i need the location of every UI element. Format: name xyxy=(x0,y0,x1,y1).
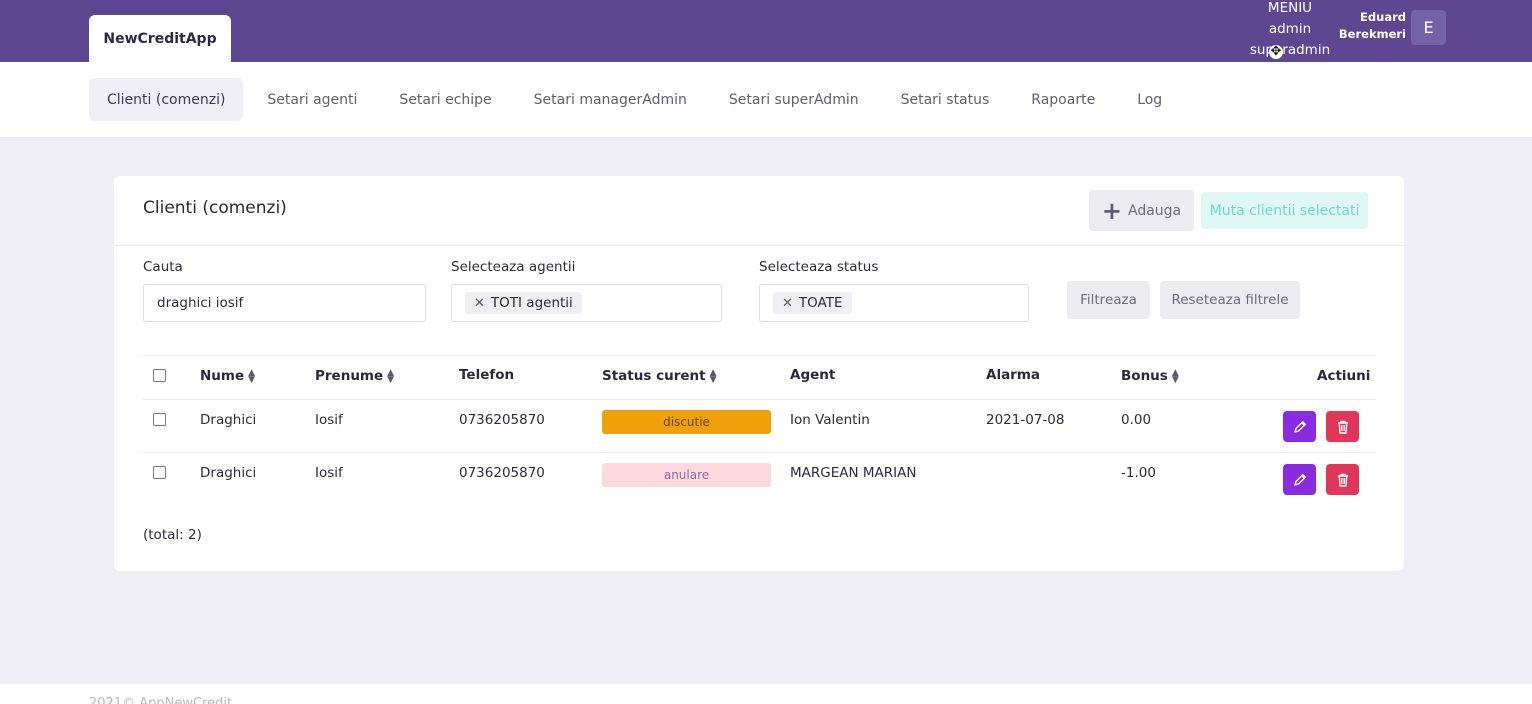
row-checkbox[interactable] xyxy=(153,466,166,479)
move-cursor-icon: ✥ xyxy=(1269,44,1283,59)
status-chip[interactable]: ✕ TOATE xyxy=(773,292,852,314)
cell-nume: Draghici xyxy=(200,412,257,428)
table-header: Nume ▲ ▼ Prenume ▲ ▼ Telefon Status curent… xyxy=(143,355,1376,400)
column-alarma: Alarma xyxy=(986,367,1040,383)
pencil-icon xyxy=(1293,420,1306,433)
add-button-label: Adauga xyxy=(1127,202,1182,219)
column-bonus-label: Bonus xyxy=(1121,368,1168,384)
sort-icon[interactable]: ▲ ▼ xyxy=(710,369,717,385)
top-bar: NewCreditApp MENIU admin superadmin ✥ Ed… xyxy=(0,0,1532,62)
user-last-name: Berekmeri xyxy=(1338,27,1406,41)
search-input-value: draghici iosif xyxy=(157,295,244,311)
filter-button[interactable]: Filtreaza xyxy=(1067,281,1150,319)
status-select[interactable]: ✕ TOATE xyxy=(759,284,1029,322)
cell-telefon: 0736205870 xyxy=(459,465,545,481)
agents-label: Selecteaza agentii xyxy=(451,259,576,275)
card-header: Clienti (comenzi) + Adauga Muta clientii… xyxy=(114,176,1404,246)
column-prenume-label: Prenume xyxy=(315,368,384,384)
avatar[interactable]: E xyxy=(1411,10,1446,45)
column-nume[interactable]: Nume ▲ ▼ xyxy=(200,368,255,385)
column-agent: Agent xyxy=(790,367,835,383)
pencil-icon xyxy=(1293,473,1306,486)
role-menu-superadmin: superadmin xyxy=(1249,42,1331,58)
nav-item-setari-superadmin[interactable]: Setari superAdmin xyxy=(711,78,877,121)
user-name[interactable]: Eduard Berekmeri xyxy=(1336,9,1406,43)
cell-agent: Ion Valentin xyxy=(790,412,870,428)
row-checkbox[interactable] xyxy=(153,413,166,426)
app-brand-tab[interactable]: NewCreditApp xyxy=(89,15,231,62)
cell-bonus: 0.00 xyxy=(1121,412,1152,428)
agents-chip-label: TOTI agentii xyxy=(490,295,573,311)
nav-item-clienti[interactable]: Clienti (comenzi) xyxy=(89,78,244,121)
cell-prenume: Iosif xyxy=(315,412,343,428)
trash-icon xyxy=(1337,473,1348,487)
plus-icon: + xyxy=(1101,196,1122,225)
sort-icon[interactable]: ▲ ▼ xyxy=(1172,369,1179,385)
card-title: Clienti (comenzi) xyxy=(143,198,287,218)
delete-button[interactable] xyxy=(1326,464,1359,495)
chip-remove-icon[interactable]: ✕ xyxy=(474,296,485,311)
edit-button[interactable] xyxy=(1283,464,1316,495)
role-menu[interactable]: MENIU admin superadmin xyxy=(1244,0,1336,61)
nav-item-setari-status[interactable]: Setari status xyxy=(883,78,1008,121)
column-nume-label: Nume xyxy=(200,368,245,384)
role-menu-title: MENIU xyxy=(1267,0,1313,16)
footer-text: 2021© AppNewCredit xyxy=(89,696,233,704)
move-selected-button[interactable]: Muta clientii selectati xyxy=(1201,192,1368,229)
agents-select[interactable]: ✕ TOTI agentii xyxy=(451,284,722,322)
search-label: Cauta xyxy=(143,259,183,275)
cell-bonus: -1.00 xyxy=(1121,465,1156,481)
sort-icon[interactable]: ▲ ▼ xyxy=(248,369,255,385)
column-agent-label: Agent xyxy=(790,367,836,383)
column-alarma-label: Alarma xyxy=(986,367,1041,383)
main-nav: Clienti (comenzi) Setari agenti Setari e… xyxy=(0,62,1532,138)
chip-remove-icon[interactable]: ✕ xyxy=(782,296,793,311)
column-actiuni-label: Actiuni xyxy=(1317,368,1371,384)
trash-icon xyxy=(1337,420,1348,434)
clients-table: Nume ▲ ▼ Prenume ▲ ▼ Telefon Status curent… xyxy=(143,355,1376,506)
cell-telefon: 0736205870 xyxy=(459,412,545,428)
sort-icon[interactable]: ▲ ▼ xyxy=(387,369,394,385)
total-count: (total: 2) xyxy=(143,527,202,543)
nav-item-setari-echipe[interactable]: Setari echipe xyxy=(381,78,509,121)
column-actiuni: Actiuni xyxy=(1317,368,1370,384)
status-badge: discutie xyxy=(602,410,771,434)
user-first-name: Eduard xyxy=(1360,10,1406,24)
footer: 2021© AppNewCredit xyxy=(0,684,1532,704)
cell-alarma: 2021-07-08 xyxy=(986,412,1065,428)
clients-card: Clienti (comenzi) + Adauga Muta clientii… xyxy=(114,176,1404,571)
search-input[interactable]: draghici iosif xyxy=(143,284,426,322)
table-row: Draghici Iosif 0736205870 discutie Ion V… xyxy=(143,400,1376,453)
column-telefon: Telefon xyxy=(459,367,514,383)
column-telefon-label: Telefon xyxy=(459,367,515,383)
column-status-label: Status curent xyxy=(602,368,706,384)
status-badge: anulare xyxy=(602,463,771,487)
add-button[interactable]: + Adauga xyxy=(1089,190,1194,231)
nav-list: Clienti (comenzi) Setari agenti Setari e… xyxy=(89,78,1186,121)
select-all-checkbox[interactable] xyxy=(153,369,166,382)
column-status[interactable]: Status curent ▲ ▼ xyxy=(602,368,717,385)
delete-button[interactable] xyxy=(1326,411,1359,442)
column-prenume[interactable]: Prenume ▲ ▼ xyxy=(315,368,394,385)
nav-item-setari-agenti[interactable]: Setari agenti xyxy=(249,78,375,121)
cell-prenume: Iosif xyxy=(315,465,343,481)
nav-item-rapoarte[interactable]: Rapoarte xyxy=(1013,78,1113,121)
table-row: Draghici Iosif 0736205870 anulare MARGEA… xyxy=(143,453,1376,506)
cell-nume: Draghici xyxy=(200,465,257,481)
reset-filters-button[interactable]: Reseteaza filtrele xyxy=(1160,281,1300,319)
status-chip-label: TOATE xyxy=(798,295,843,311)
column-bonus[interactable]: Bonus ▲ ▼ xyxy=(1121,368,1179,385)
cell-agent: MARGEAN MARIAN xyxy=(790,465,917,481)
nav-item-log[interactable]: Log xyxy=(1119,78,1180,121)
edit-button[interactable] xyxy=(1283,411,1316,442)
agents-chip[interactable]: ✕ TOTI agentii xyxy=(465,292,582,314)
nav-item-setari-manageradmin[interactable]: Setari managerAdmin xyxy=(516,78,705,121)
role-menu-admin: admin xyxy=(1268,21,1312,37)
status-label: Selecteaza status xyxy=(759,259,879,275)
